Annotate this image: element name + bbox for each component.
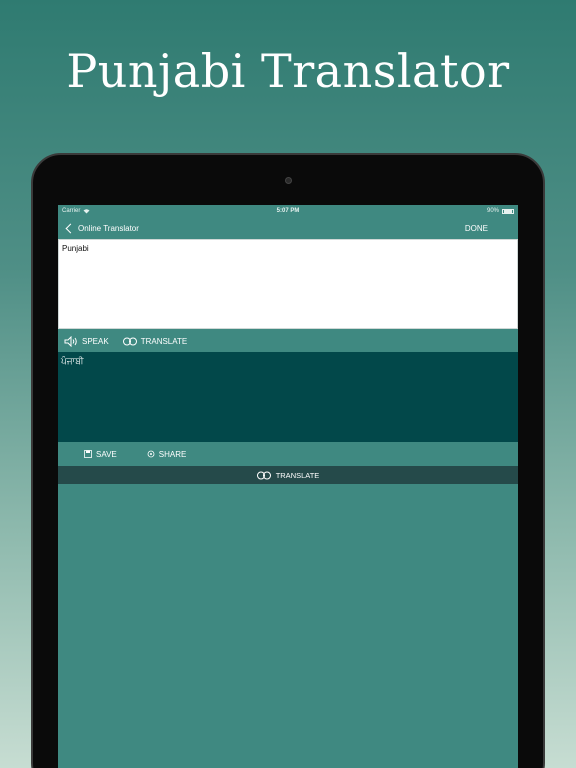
output-action-bar: SAVE SHARE <box>58 442 518 466</box>
source-text-input[interactable]: Punjabi <box>58 239 518 329</box>
status-time: 5:07 PM <box>276 208 300 214</box>
translate-button-bottom[interactable]: TRANSLATE <box>58 466 518 484</box>
status-bar: Carrier 5:07 PM 90% <box>58 205 518 217</box>
status-carrier: Carrier <box>62 208 213 214</box>
save-button[interactable]: SAVE <box>84 450 117 459</box>
share-label: SHARE <box>158 449 187 459</box>
save-label: SAVE <box>96 449 117 459</box>
nav-bar: Online Translator DONE <box>58 217 518 239</box>
source-action-bar: SPEAK TRANSLATE <box>58 331 518 351</box>
source-text: Punjabi <box>62 244 89 253</box>
battery-percent: 90% <box>487 208 500 214</box>
back-label: Online Translator <box>78 223 139 233</box>
translated-text-output: ਪੰਜਾਬੀ <box>58 352 518 442</box>
translate-icon <box>122 337 137 346</box>
done-button[interactable]: DONE <box>465 224 488 233</box>
carrier-label: Carrier <box>62 208 81 214</box>
back-button[interactable]: Online Translator <box>64 223 465 233</box>
chevron-left-icon <box>65 223 76 233</box>
speak-label: SPEAK <box>82 336 109 346</box>
speaker-icon <box>64 335 78 347</box>
share-icon <box>147 450 155 458</box>
wifi-icon <box>83 208 90 214</box>
battery-icon <box>502 208 515 214</box>
save-icon <box>84 450 92 458</box>
promo-title: Punjabi Translator <box>66 44 510 98</box>
app-screen: Carrier 5:07 PM 90% Online Translator DO… <box>58 205 518 768</box>
translate-button-top[interactable]: TRANSLATE <box>122 336 188 346</box>
camera-dot <box>285 177 292 184</box>
share-button[interactable]: SHARE <box>147 449 187 459</box>
tablet-frame: Carrier 5:07 PM 90% Online Translator DO… <box>31 153 545 768</box>
translate-label-top: TRANSLATE <box>140 336 188 346</box>
translate-icon <box>256 471 271 480</box>
status-battery: 90% <box>363 208 515 214</box>
speak-button[interactable]: SPEAK <box>64 335 109 347</box>
translated-text: ਪੰਜਾਬੀ <box>61 356 84 366</box>
translate-label-bottom: TRANSLATE <box>275 470 320 480</box>
